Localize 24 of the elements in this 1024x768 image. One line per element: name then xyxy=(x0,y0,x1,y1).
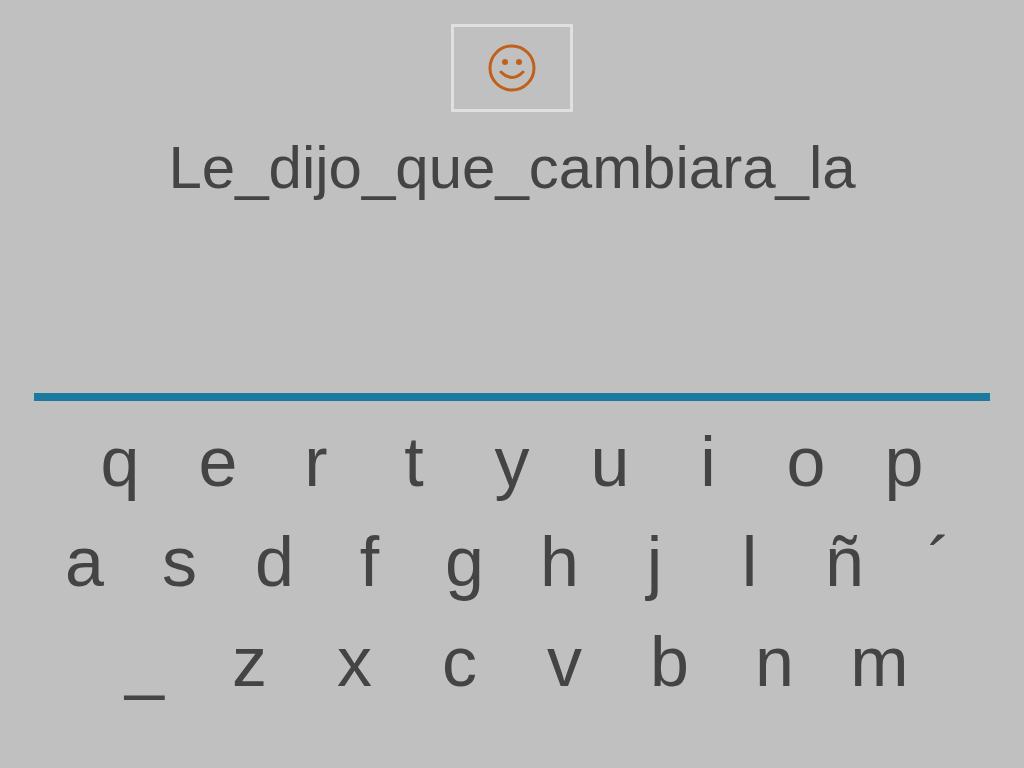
letter-key[interactable]: i xyxy=(659,427,757,497)
letter-key[interactable]: z xyxy=(197,627,302,697)
letter-key[interactable]: t xyxy=(365,427,463,497)
letter-key[interactable]: h xyxy=(512,527,607,597)
letter-key[interactable]: c xyxy=(407,627,512,697)
hint-button[interactable] xyxy=(451,24,573,112)
letter-key[interactable]: a xyxy=(37,527,132,597)
letter-key[interactable]: u xyxy=(561,427,659,497)
sentence-text: Le_dijo_que_cambiara_la xyxy=(168,138,856,198)
letter-key[interactable]: e xyxy=(169,427,267,497)
letter-key[interactable]: l xyxy=(702,527,797,597)
letter-key[interactable]: f xyxy=(322,527,417,597)
letter-key[interactable]: x xyxy=(302,627,407,697)
letter-key[interactable]: b xyxy=(617,627,722,697)
letter-key[interactable]: n xyxy=(722,627,827,697)
letter-key[interactable]: ñ xyxy=(797,527,892,597)
letter-key[interactable]: ´ xyxy=(892,527,987,597)
letter-key[interactable]: s xyxy=(132,527,227,597)
letter-key[interactable]: m xyxy=(827,627,932,697)
letter-key[interactable]: r xyxy=(267,427,365,497)
smiley-icon xyxy=(487,43,537,93)
letter-key[interactable]: o xyxy=(757,427,855,497)
letter-key[interactable]: v xyxy=(512,627,617,697)
letter-key[interactable]: d xyxy=(227,527,322,597)
